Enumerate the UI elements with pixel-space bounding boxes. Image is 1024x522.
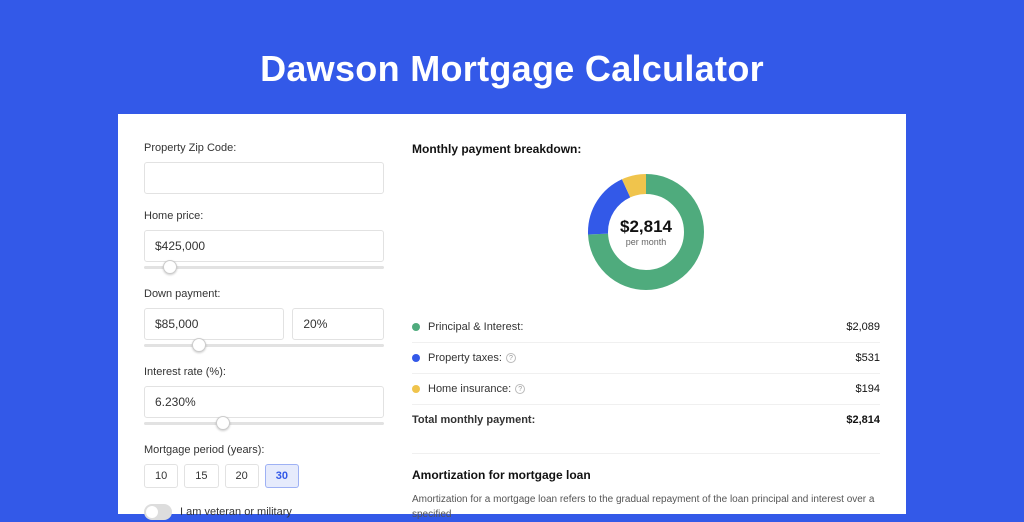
breakdown-total-label: Total monthly payment:	[412, 414, 846, 426]
home-price-slider[interactable]	[144, 266, 384, 274]
breakdown-row-label: Property taxes:?	[428, 352, 856, 364]
down-payment-input[interactable]	[144, 308, 284, 340]
home-price-input[interactable]	[144, 230, 384, 262]
breakdown-donut: $2,814 per month	[584, 170, 708, 294]
zip-label: Property Zip Code:	[144, 142, 384, 154]
down-payment-label: Down payment:	[144, 288, 384, 300]
period-button-10[interactable]: 10	[144, 464, 178, 488]
breakdown-row: Principal & Interest:$2,089	[412, 312, 880, 343]
breakdown-rows: Principal & Interest:$2,089Property taxe…	[412, 312, 880, 405]
info-icon[interactable]: ?	[515, 384, 525, 394]
period-button-30[interactable]: 30	[265, 464, 299, 488]
legend-dot-icon	[412, 323, 420, 331]
legend-dot-icon	[412, 385, 420, 393]
breakdown-row-value: $2,089	[846, 321, 880, 333]
breakdown-row-label: Principal & Interest:	[428, 321, 846, 333]
mortgage-period-label: Mortgage period (years):	[144, 444, 384, 456]
mortgage-period-group: 1015 2030	[144, 464, 384, 488]
amortization-title: Amortization for mortgage loan	[412, 468, 880, 482]
period-button-15[interactable]: 15	[184, 464, 218, 488]
page-title: Dawson Mortgage Calculator	[260, 48, 764, 90]
donut-amount: $2,814	[620, 217, 672, 237]
zip-input[interactable]	[144, 162, 384, 194]
interest-rate-label: Interest rate (%):	[144, 366, 384, 378]
breakdown-panel: Monthly payment breakdown: $2,814 per mo…	[412, 142, 880, 514]
info-icon[interactable]: ?	[506, 353, 516, 363]
breakdown-total-value: $2,814	[846, 414, 880, 426]
interest-rate-slider[interactable]	[144, 422, 384, 430]
breakdown-row-value: $531	[856, 352, 880, 364]
breakdown-row-value: $194	[856, 383, 880, 395]
veteran-toggle[interactable]	[144, 504, 172, 520]
down-payment-pct-input[interactable]	[292, 308, 384, 340]
breakdown-row: Property taxes:?$531	[412, 343, 880, 374]
period-button-20[interactable]: 20	[225, 464, 259, 488]
form-panel: Property Zip Code: Home price: Down paym…	[144, 142, 384, 514]
interest-rate-input[interactable]	[144, 386, 384, 418]
breakdown-title: Monthly payment breakdown:	[412, 142, 880, 156]
donut-subtext: per month	[620, 237, 672, 247]
legend-dot-icon	[412, 354, 420, 362]
home-price-label: Home price:	[144, 210, 384, 222]
calculator-card: Property Zip Code: Home price: Down paym…	[118, 114, 906, 514]
breakdown-row: Home insurance:?$194	[412, 374, 880, 405]
breakdown-row-label: Home insurance:?	[428, 383, 856, 395]
amortization-text: Amortization for a mortgage loan refers …	[412, 492, 880, 522]
down-payment-slider[interactable]	[144, 344, 384, 352]
breakdown-total-row: Total monthly payment: $2,814	[412, 405, 880, 435]
veteran-label: I am veteran or military	[180, 506, 292, 518]
